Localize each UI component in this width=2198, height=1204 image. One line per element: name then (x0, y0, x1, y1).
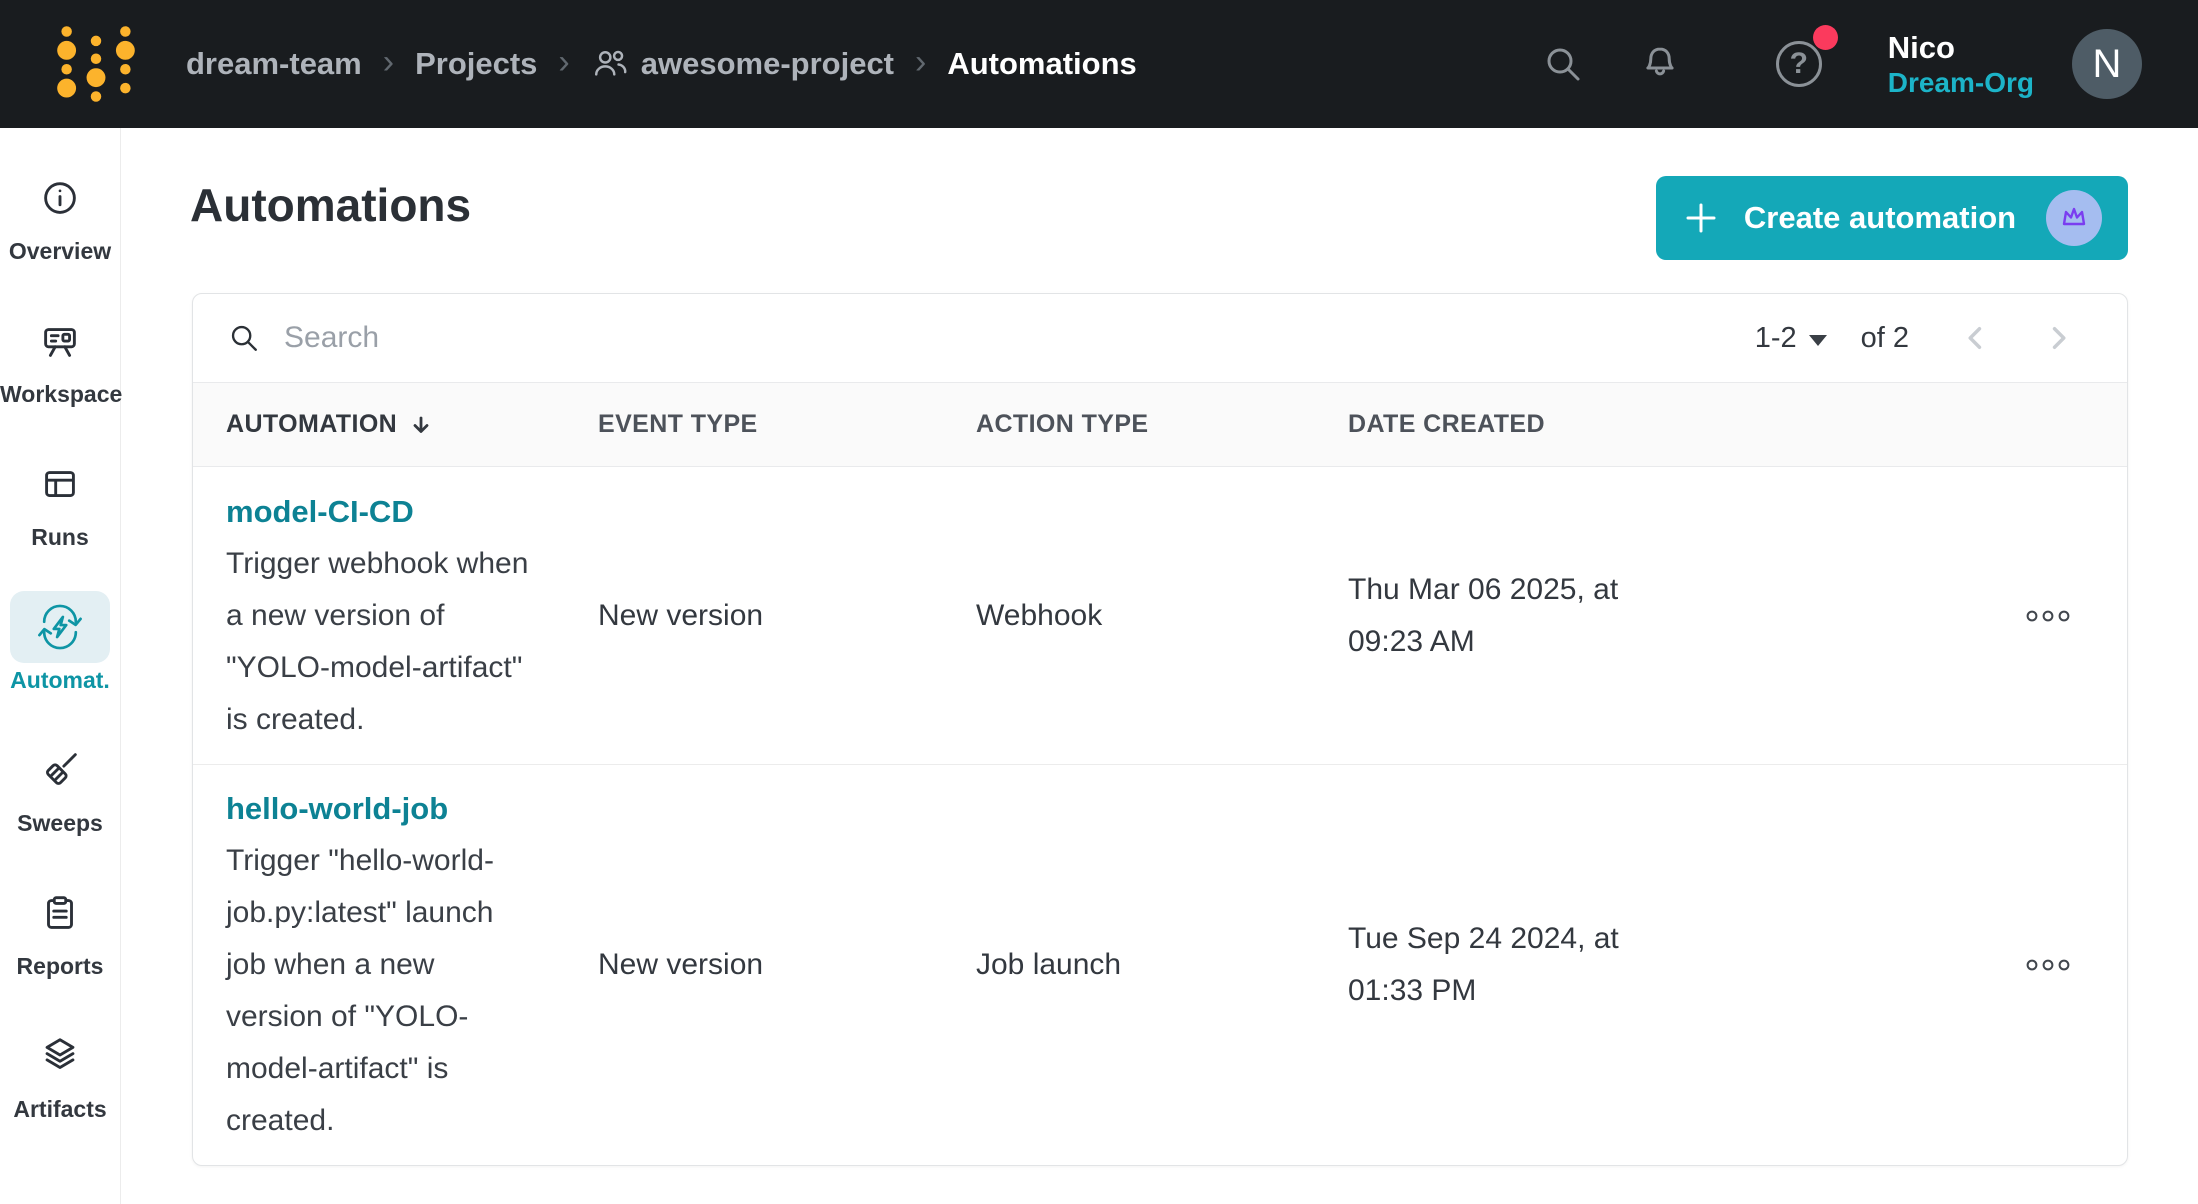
page-range-dropdown[interactable]: 1-2 (1755, 322, 1827, 355)
column-header-event-type[interactable]: EVENT TYPE (565, 410, 943, 439)
automation-description: Trigger "hello-world-job.py:latest" laun… (226, 835, 531, 1147)
sidebar-item-label: Workspace (0, 381, 120, 408)
sidebar-item-label: Runs (0, 524, 120, 551)
breadcrumb-current-page: Automations (947, 46, 1136, 82)
breadcrumb-separator: › (558, 45, 569, 83)
sidebar-item-workspace[interactable]: Workspace (0, 305, 120, 408)
crown-icon (2058, 202, 2090, 234)
row-menu-button[interactable] (2025, 957, 2127, 973)
breadcrumb-separator: › (383, 45, 394, 83)
date-created-cell: Thu Mar 06 2025, at 09:23 AM (1315, 564, 1645, 668)
event-type-cell: New version (565, 948, 943, 982)
pagination: 1-2 of 2 (1755, 322, 2073, 355)
column-header-label: AUTOMATION (226, 410, 397, 439)
plus-icon (1682, 199, 1720, 237)
help-button[interactable]: ? (1776, 41, 1822, 87)
info-circle-icon (10, 162, 110, 234)
notifications-bell-icon[interactable] (1636, 40, 1684, 88)
sidebar-item-label: Artifacts (0, 1096, 120, 1123)
top-navbar: dream-team › Projects › awesome-project … (0, 0, 2198, 128)
sidebar-item-sweeps[interactable]: Sweeps (0, 734, 120, 837)
meatballs-menu-icon (2025, 608, 2071, 624)
table-row: model-CI-CD Trigger webhook when a new v… (193, 467, 2127, 765)
event-type-cell: New version (565, 599, 943, 633)
create-automation-label: Create automation (1744, 200, 2016, 236)
date-created-cell: Tue Sep 24 2024, at 01:33 PM (1315, 913, 1645, 1017)
sidebar-item-artifacts[interactable]: Artifacts (0, 1020, 120, 1123)
sort-descending-icon (409, 413, 433, 437)
table-row: hello-world-job Trigger "hello-world-job… (193, 765, 2127, 1165)
breadcrumb: dream-team › Projects › awesome-project … (186, 45, 1137, 83)
page-range-label: 1-2 (1755, 322, 1797, 355)
column-header-date-created[interactable]: DATE CREATED (1315, 410, 1875, 439)
row-menu-button[interactable] (2025, 608, 2127, 624)
team-members-icon (591, 45, 629, 83)
column-header-label: ACTION TYPE (976, 410, 1148, 439)
breadcrumb-separator: › (915, 45, 926, 83)
automations-sync-bolt-icon (10, 591, 110, 663)
automation-description: Trigger webhook when a new version of "Y… (226, 538, 531, 746)
notification-dot (1813, 25, 1838, 50)
page-title: Automations (190, 178, 471, 232)
clipboard-icon (10, 877, 110, 949)
previous-page-button[interactable] (1961, 323, 1991, 353)
layers-icon (10, 1020, 110, 1092)
runs-table-icon (10, 448, 110, 520)
sidebar-item-runs[interactable]: Runs (0, 448, 120, 551)
sidebar-item-automations[interactable]: Automat. (0, 591, 120, 694)
automation-name-link[interactable]: model-CI-CD (226, 486, 414, 538)
next-page-button[interactable] (2043, 323, 2073, 353)
sidebar-item-label: Automat. (0, 667, 120, 694)
user-org: Dream-Org (1888, 66, 2034, 99)
help-icon: ? (1776, 41, 1822, 87)
broom-icon (10, 734, 110, 806)
user-name: Nico (1888, 30, 2034, 66)
automation-name-link[interactable]: hello-world-job (226, 783, 448, 835)
wandb-logo-icon[interactable] (56, 21, 136, 107)
user-menu[interactable]: Nico Dream-Org (1888, 30, 2034, 99)
action-type-cell: Webhook (943, 599, 1315, 633)
breadcrumb-projects[interactable]: Projects (415, 46, 537, 82)
caret-down-icon (1809, 335, 1827, 346)
action-type-cell: Job launch (943, 948, 1315, 982)
avatar[interactable]: N (2072, 29, 2142, 99)
sidebar-item-label: Reports (0, 953, 120, 980)
workspace-board-icon (10, 305, 110, 377)
search-input[interactable] (284, 321, 1755, 355)
automation-cell: model-CI-CD Trigger webhook when a new v… (193, 468, 565, 764)
search-icon[interactable] (1540, 41, 1586, 87)
table-header-row: AUTOMATION EVENT TYPE ACTION TYPE DATE C… (193, 382, 2127, 467)
navbar-actions: ? Nico Dream-Org N (1540, 29, 2198, 99)
breadcrumb-project[interactable]: awesome-project (591, 45, 894, 83)
automation-cell: hello-world-job Trigger "hello-world-job… (193, 765, 565, 1165)
search-icon (226, 320, 262, 356)
page-total-label: of 2 (1861, 322, 1909, 355)
automations-table-card: 1-2 of 2 AUTOMATION (192, 293, 2128, 1166)
create-automation-button[interactable]: Create automation (1656, 176, 2128, 260)
breadcrumb-team[interactable]: dream-team (186, 46, 362, 82)
table-toolbar: 1-2 of 2 (193, 294, 2127, 382)
project-sidebar: Overview Workspace Runs (0, 128, 121, 1204)
sidebar-item-overview[interactable]: Overview (0, 162, 120, 265)
column-header-automation[interactable]: AUTOMATION (193, 410, 565, 439)
premium-badge (2046, 190, 2102, 246)
column-header-label: DATE CREATED (1348, 410, 1545, 439)
sidebar-item-reports[interactable]: Reports (0, 877, 120, 980)
sidebar-item-label: Overview (0, 238, 120, 265)
column-header-label: EVENT TYPE (598, 410, 758, 439)
column-header-action-type[interactable]: ACTION TYPE (943, 410, 1315, 439)
breadcrumb-project-label: awesome-project (641, 46, 894, 82)
sidebar-item-label: Sweeps (0, 810, 120, 837)
meatballs-menu-icon (2025, 957, 2071, 973)
